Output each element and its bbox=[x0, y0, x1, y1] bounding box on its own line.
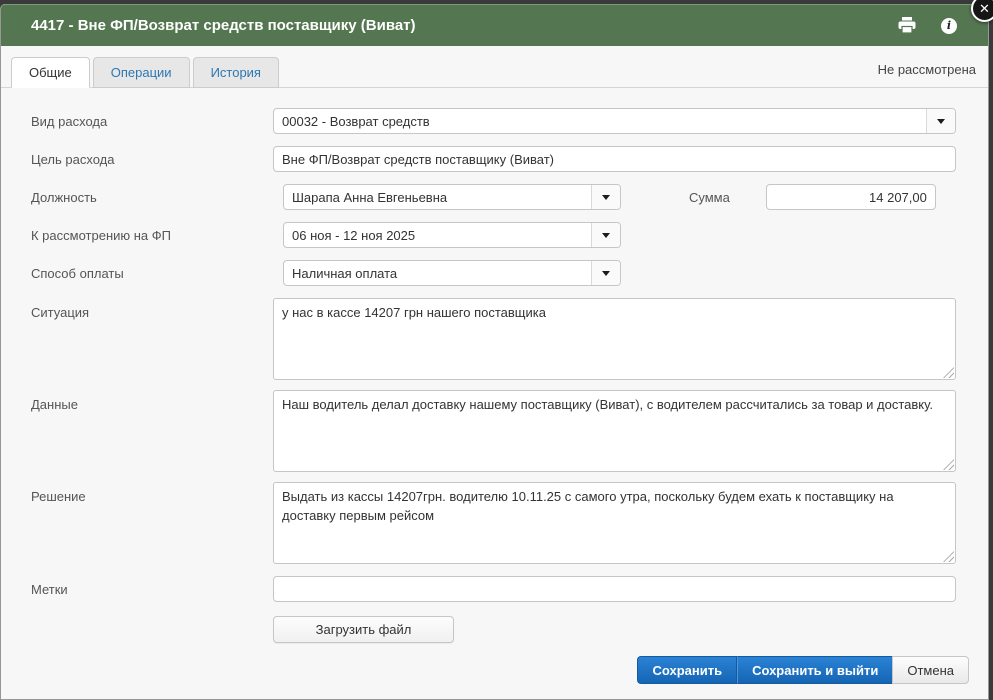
row-payment-method: Способ оплаты Наличная оплата bbox=[1, 260, 988, 286]
row-situation: Ситуация у нас в кассе 14207 грн нашего … bbox=[1, 298, 988, 380]
row-decision: Решение Выдать из кассы 14207грн. водите… bbox=[1, 482, 988, 564]
tab-history[interactable]: История bbox=[193, 57, 279, 88]
dialog-header: 4417 - Вне ФП/Возврат средств поставщику… bbox=[1, 4, 988, 46]
payment-method-select[interactable]: Наличная оплата bbox=[283, 260, 621, 286]
chevron-down-icon bbox=[926, 109, 955, 133]
expense-type-label: Вид расхода bbox=[1, 114, 273, 129]
row-expense-type: Вид расхода 00032 - Возврат средств bbox=[1, 108, 988, 134]
expense-goal-input[interactable] bbox=[273, 146, 956, 172]
cancel-button[interactable]: Отмена bbox=[892, 656, 969, 684]
save-and-exit-button[interactable]: Сохранить и выйти bbox=[737, 656, 893, 684]
row-position: Должность Шарапа Анна Евгеньевна Сумма bbox=[1, 184, 988, 210]
payment-method-label: Способ оплаты bbox=[1, 266, 273, 281]
tab-operations[interactable]: Операции bbox=[93, 57, 190, 88]
position-select[interactable]: Шарапа Анна Евгеньевна bbox=[283, 184, 621, 210]
expense-dialog: 4417 - Вне ФП/Возврат средств поставщику… bbox=[0, 4, 989, 700]
row-review-period: К рассмотрению на ФП 06 ноя - 12 ноя 202… bbox=[1, 222, 988, 248]
row-tags: Метки bbox=[1, 576, 988, 602]
review-period-label: К рассмотрению на ФП bbox=[1, 228, 273, 243]
amount-label: Сумма bbox=[689, 190, 730, 205]
tab-general[interactable]: Общие bbox=[11, 57, 90, 88]
amount-input[interactable] bbox=[766, 184, 936, 210]
form-content: Вид расхода 00032 - Возврат средств Цель… bbox=[1, 88, 988, 684]
data-label: Данные bbox=[1, 390, 273, 412]
situation-textarea[interactable]: у нас в кассе 14207 грн нашего поставщик… bbox=[273, 298, 956, 380]
expense-type-select[interactable]: 00032 - Возврат средств bbox=[273, 108, 956, 134]
row-expense-goal: Цель расхода bbox=[1, 146, 988, 172]
chevron-down-icon bbox=[591, 185, 620, 209]
print-icon[interactable] bbox=[896, 16, 918, 36]
decision-textarea[interactable]: Выдать из кассы 14207грн. водителю 10.11… bbox=[273, 482, 956, 564]
tags-label: Метки bbox=[1, 582, 273, 597]
row-data: Данные Наш водитель делал доставку нашем… bbox=[1, 390, 988, 472]
row-upload: Загрузить файл bbox=[1, 616, 988, 643]
upload-file-button[interactable]: Загрузить файл bbox=[273, 616, 454, 643]
header-actions: i bbox=[896, 16, 988, 36]
decision-label: Решение bbox=[1, 482, 273, 504]
chevron-down-icon bbox=[591, 261, 620, 285]
dialog-title: 4417 - Вне ФП/Возврат средств поставщику… bbox=[1, 17, 416, 34]
review-period-select[interactable]: 06 ноя - 12 ноя 2025 bbox=[283, 222, 621, 248]
tab-bar: Общие Операции История Не рассмотрена bbox=[1, 46, 988, 88]
printer-glyph bbox=[897, 17, 917, 34]
save-button[interactable]: Сохранить bbox=[637, 656, 737, 684]
tags-input[interactable] bbox=[273, 576, 956, 602]
info-icon[interactable]: i bbox=[938, 16, 960, 36]
situation-label: Ситуация bbox=[1, 298, 273, 320]
data-textarea[interactable]: Наш водитель делал доставку нашему поста… bbox=[273, 390, 956, 472]
status-badge: Не рассмотрена bbox=[878, 62, 978, 87]
position-label: Должность bbox=[1, 190, 273, 205]
chevron-down-icon bbox=[591, 223, 620, 247]
footer-actions: Сохранить Сохранить и выйти Отмена bbox=[1, 656, 988, 684]
expense-goal-label: Цель расхода bbox=[1, 152, 273, 167]
